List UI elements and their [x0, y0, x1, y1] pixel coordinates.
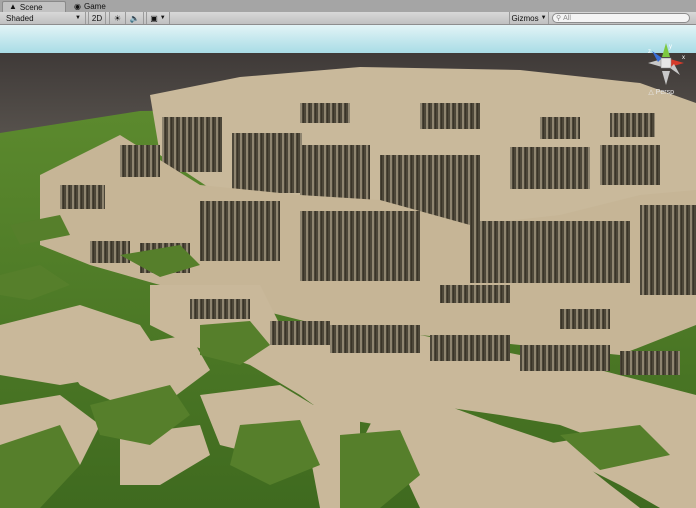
- 2d-mode-button[interactable]: 2D: [88, 12, 106, 24]
- scene-icon: ▲: [9, 2, 17, 11]
- persp-icon: △: [648, 89, 654, 96]
- dropdown-arrow-icon: ▼: [75, 15, 81, 21]
- projection-toggle[interactable]: △ Persp: [648, 88, 674, 97]
- scene-audio-toggle[interactable]: 🔈: [126, 12, 144, 24]
- scene-toolbar: Shaded ▼ 2D ☀ 🔈 ▣ ▼ Gizmos ▼ ⚲ All: [0, 12, 696, 25]
- gizmo-z-label: z: [648, 49, 651, 55]
- tab-scene-label: Scene: [19, 2, 43, 12]
- shading-mode-label: Shaded: [6, 13, 34, 23]
- tab-scene[interactable]: ▲ Scene: [2, 1, 66, 12]
- scene-viewport[interactable]: y x z △ Persp: [0, 25, 696, 508]
- dropdown-arrow-icon: ▼: [540, 15, 547, 21]
- gizmo-center-cube[interactable]: [660, 57, 672, 69]
- search-icon: ⚲: [556, 15, 562, 22]
- gizmo-x-label: x: [682, 55, 685, 61]
- sky: [0, 25, 696, 53]
- scene-orientation-gizmo[interactable]: y x z: [644, 39, 688, 91]
- projection-label: Persp: [655, 88, 674, 96]
- hierarchy-search-input[interactable]: ⚲ All: [552, 13, 690, 23]
- scene-effects-dropdown[interactable]: ▣ ▼: [146, 12, 170, 24]
- gizmo-y-label: y: [669, 44, 672, 50]
- tab-game[interactable]: ◉ Game: [68, 1, 124, 12]
- sun-icon: ☀: [113, 13, 122, 23]
- terrain-render: [0, 25, 696, 508]
- shading-mode-dropdown[interactable]: Shaded ▼: [0, 12, 86, 24]
- tab-game-label: Game: [83, 2, 106, 11]
- gizmos-label: Gizmos: [511, 13, 539, 23]
- scene-lighting-toggle[interactable]: ☀: [109, 12, 126, 24]
- image-icon: ▣: [150, 13, 158, 23]
- gizmos-dropdown[interactable]: Gizmos ▼: [509, 12, 549, 24]
- search-placeholder: All: [563, 14, 571, 22]
- 2d-mode-label: 2D: [91, 13, 103, 23]
- speaker-icon: 🔈: [129, 13, 140, 23]
- game-icon: ◉: [74, 1, 81, 11]
- dropdown-arrow-icon: ▼: [159, 15, 166, 21]
